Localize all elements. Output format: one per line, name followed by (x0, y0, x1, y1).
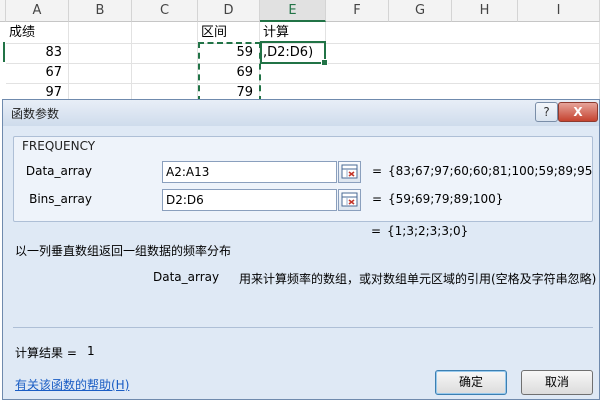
column-header-b[interactable]: B (69, 0, 132, 22)
dialog-title: 函数参数 (11, 107, 60, 121)
calc-result-value: 1 (87, 344, 95, 358)
cell-d3[interactable]: 69 (198, 62, 260, 84)
ok-button[interactable]: 确定 (435, 370, 507, 395)
argument-help-text: 用来计算频率的数组，或对数组单元区域的引用(空格及字符串忽略) (239, 272, 597, 286)
cell-e2-formula[interactable]: ,D2:D6) (260, 42, 326, 64)
column-header-c[interactable]: C (132, 0, 198, 22)
spreadsheet-grid: A B C D E F G H I 成绩 区间 计算 83 59 ,D2:D6)… (0, 0, 600, 104)
function-name: FREQUENCY (22, 139, 96, 153)
column-header-d[interactable]: D (198, 0, 260, 22)
help-button[interactable]: ? (535, 102, 558, 122)
dialog-separator (13, 327, 593, 328)
cell-c1[interactable] (132, 22, 198, 44)
data-array-result: {83;67;97;60;60;81;100;59;89;95;7... (388, 164, 592, 178)
cell-b2[interactable] (69, 42, 132, 64)
cell-b1[interactable] (69, 22, 132, 44)
cell-d2[interactable]: 59 (198, 42, 260, 64)
dialog-titlebar[interactable]: 函数参数 ? X (3, 100, 599, 126)
column-header-a[interactable]: A (6, 0, 69, 22)
cancel-button[interactable]: 取消 (521, 370, 593, 395)
cell-f1-empty[interactable] (326, 22, 600, 44)
function-help-link[interactable]: 有关该函数的帮助(H) (15, 376, 129, 393)
cell-e3-empty[interactable] (260, 62, 600, 84)
column-header-f[interactable]: F (326, 0, 389, 22)
function-description: 以一列垂直数组返回一组数据的频率分布 (15, 244, 232, 258)
bins-array-input[interactable]: D2:D6 (162, 189, 337, 211)
close-button[interactable]: X (558, 102, 598, 122)
cell-c2[interactable] (132, 42, 198, 64)
overall-result: {1;3;2;3;3;0} (387, 224, 469, 238)
arguments-group: FREQUENCY Data_array A2:A13 = {83;67;97;… (13, 136, 593, 222)
cell-c3[interactable] (132, 62, 198, 84)
cell-f2-empty[interactable] (326, 42, 600, 64)
bins-array-label: Bins_array (29, 192, 92, 206)
data-array-equals: = (372, 164, 383, 178)
cell-a2[interactable]: 83 (6, 42, 69, 64)
cell-b3[interactable] (69, 62, 132, 84)
bins-array-collapse-button[interactable] (338, 189, 361, 211)
cell-e1[interactable]: 计算 (260, 22, 326, 44)
bins-array-equals: = (372, 192, 383, 206)
calc-result-label: 计算结果 = (15, 346, 77, 360)
range-collapse-icon (341, 164, 358, 179)
argument-help-name: Data_array (153, 270, 220, 284)
data-array-collapse-button[interactable] (338, 161, 361, 183)
column-header-h[interactable]: H (452, 0, 518, 22)
column-header-i[interactable]: I (518, 0, 600, 22)
active-row-indicator (3, 42, 5, 62)
data-array-input[interactable]: A2:A13 (162, 161, 337, 183)
cell-a3[interactable]: 67 (6, 62, 69, 84)
data-array-label: Data_array (25, 164, 92, 178)
cell-a1[interactable]: 成绩 (6, 22, 69, 44)
overall-equals: = (371, 224, 382, 238)
column-header-e[interactable]: E (260, 0, 326, 22)
function-arguments-dialog: 函数参数 ? X FREQUENCY Data_array A2:A13 = {… (2, 99, 600, 400)
bins-array-result: {59;69;79;89;100} (388, 192, 504, 206)
cell-d1[interactable]: 区间 (198, 22, 260, 44)
range-collapse-icon (341, 192, 358, 207)
column-header-g[interactable]: G (389, 0, 452, 22)
